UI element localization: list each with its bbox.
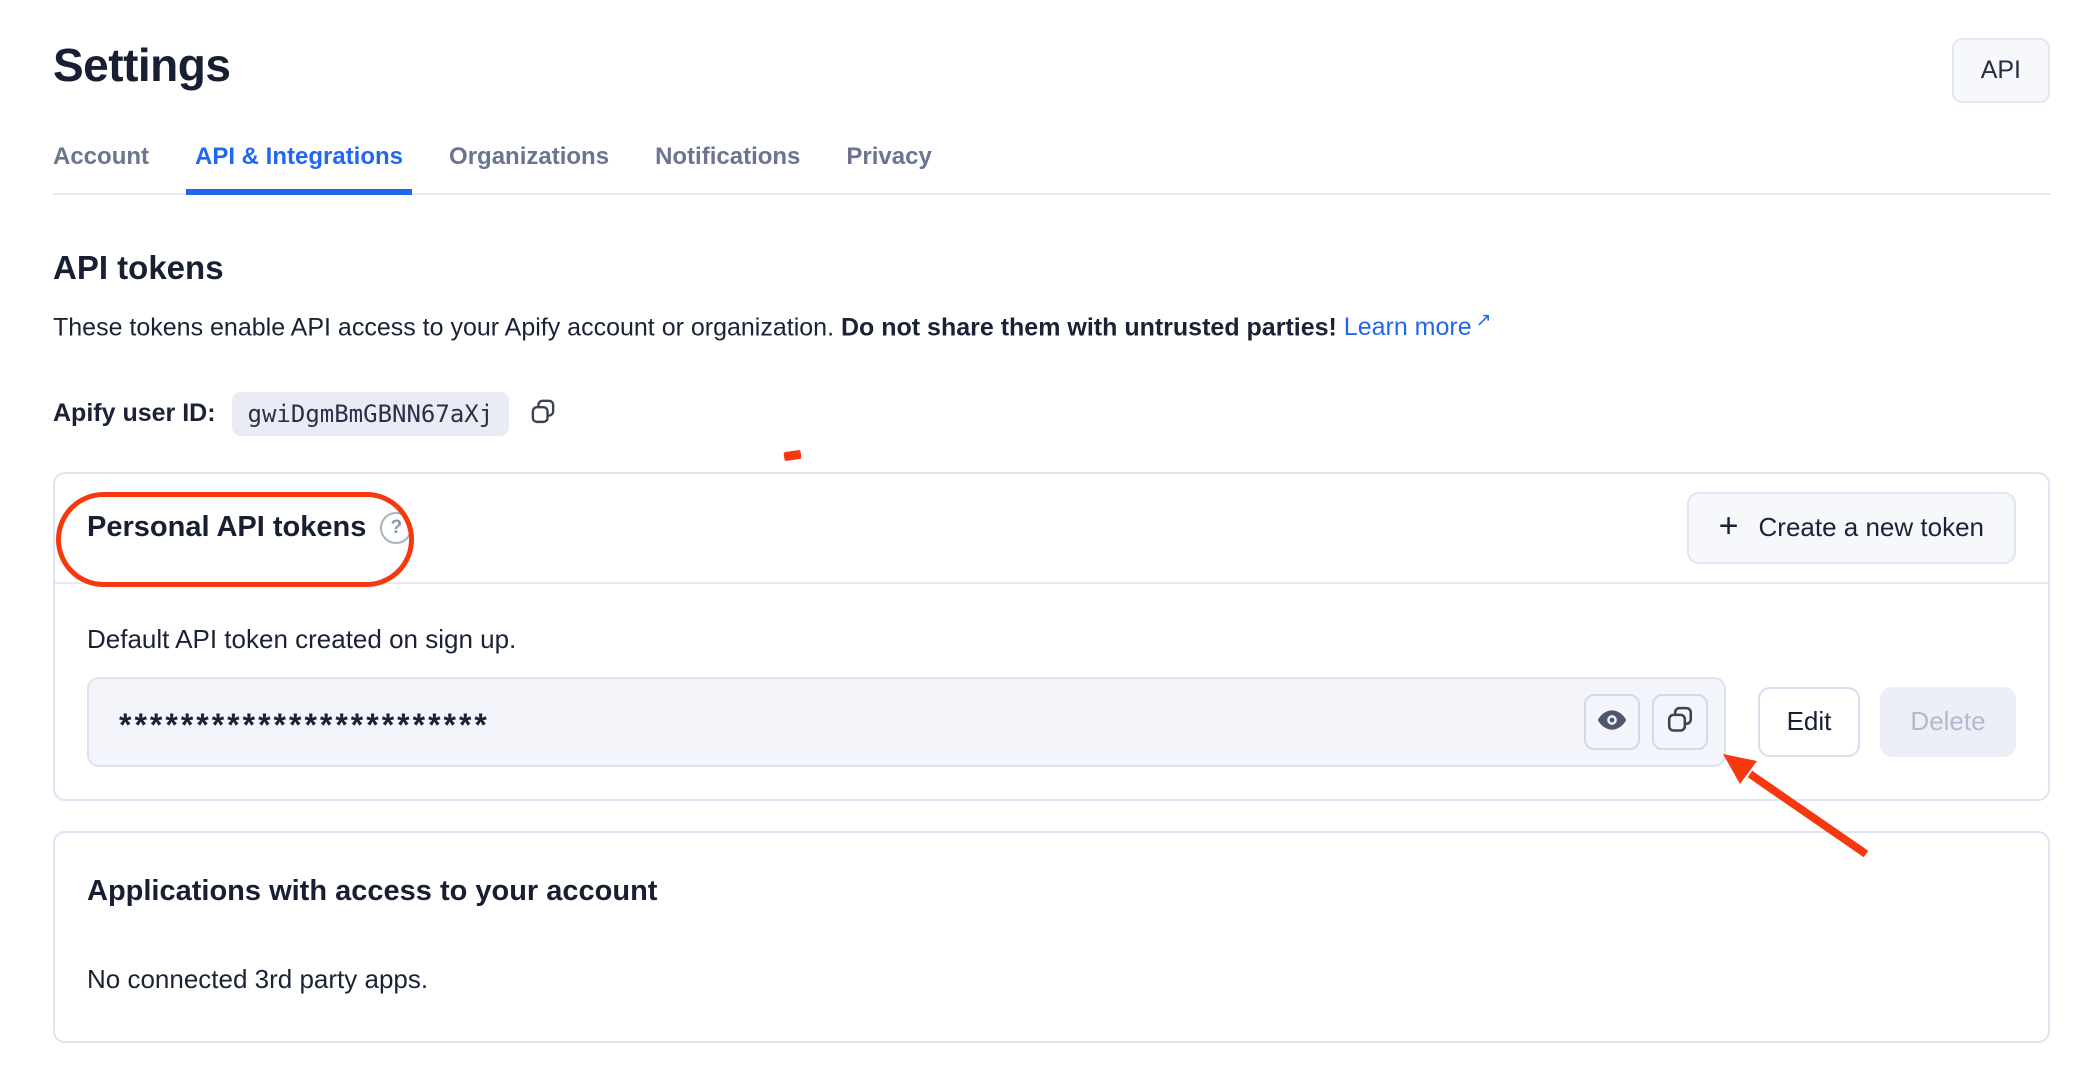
api-tokens-description: These tokens enable API access to your A… [53,309,2050,344]
show-token-button[interactable] [1584,694,1640,750]
user-id-row: Apify user ID: gwiDgmBmGBNN67aXj [53,392,2050,436]
help-icon[interactable]: ? [380,512,412,544]
external-link-icon: ↗ [1476,310,1492,331]
applications-empty-text: No connected 3rd party apps. [87,964,2016,995]
personal-tokens-header: Personal API tokens ? + Create a new tok… [55,474,2048,582]
api-tokens-heading: API tokens [53,249,2050,287]
settings-page: Settings API Account API & Integrations … [0,0,2094,1090]
description-text: These tokens enable API access to your A… [53,313,841,341]
eye-icon [1595,703,1629,740]
token-row: ************************ [87,677,2016,767]
applications-card: Applications with access to your account… [53,831,2050,1043]
copy-token-button[interactable] [1652,694,1708,750]
user-id-label: Apify user ID: [53,399,216,428]
tab-api-integrations[interactable]: API & Integrations [186,129,412,195]
personal-tokens-card: Personal API tokens ? + Create a new tok… [53,472,2050,801]
personal-tokens-title-wrap: Personal API tokens ? [87,511,412,544]
copy-user-id-button[interactable] [525,394,561,433]
settings-tabs: Account API & Integrations Organizations… [53,129,2050,195]
tab-notifications[interactable]: Notifications [646,129,809,193]
token-masked-value: ************************ [119,707,1572,744]
tab-privacy[interactable]: Privacy [837,129,940,193]
delete-token-button: Delete [1880,687,2016,757]
tab-account[interactable]: Account [44,129,158,193]
token-value-field[interactable]: ************************ [87,677,1726,767]
description-warning: Do not share them with untrusted parties… [841,313,1337,341]
applications-title: Applications with access to your account [87,875,2016,908]
personal-tokens-title: Personal API tokens [87,511,366,544]
api-button[interactable]: API [1952,38,2050,103]
page-header: Settings API [53,38,2050,103]
copy-icon [1663,703,1697,740]
create-token-label: Create a new token [1759,512,1984,543]
user-id-value: gwiDgmBmGBNN67aXj [232,392,510,436]
tab-organizations[interactable]: Organizations [440,129,618,193]
page-title: Settings [53,38,230,92]
default-token-description: Default API token created on sign up. [87,624,2016,655]
copy-icon [527,396,559,431]
learn-more-link[interactable]: Learn more↗ [1344,313,1492,341]
edit-token-button[interactable]: Edit [1758,687,1860,757]
personal-tokens-body: Default API token created on sign up. **… [55,584,2048,799]
plus-icon: + [1719,509,1739,543]
create-token-button[interactable]: + Create a new token [1687,492,2016,564]
